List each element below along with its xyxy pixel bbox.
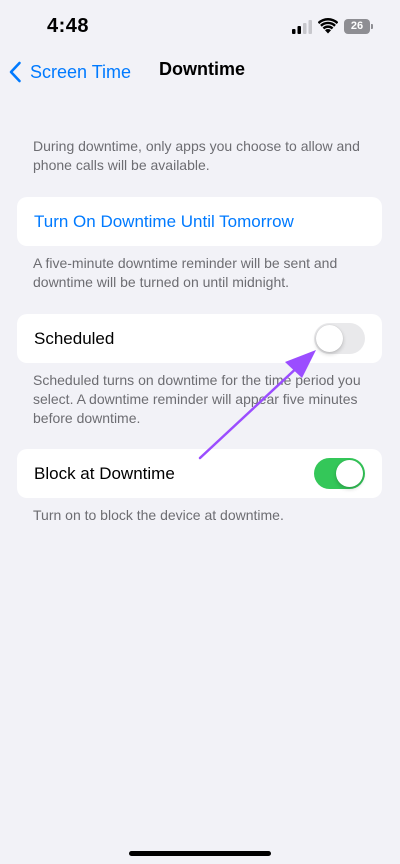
- chevron-left-icon: [9, 61, 21, 83]
- status-bar: 4:48 26: [0, 0, 400, 52]
- cellular-signal-icon: [292, 20, 312, 34]
- toggle-knob: [336, 460, 363, 487]
- scheduled-label: Scheduled: [34, 329, 115, 348]
- status-time: 4:48: [47, 15, 90, 37]
- page-title: Downtime: [159, 59, 246, 79]
- turn-on-downtime-card: Turn On Downtime Until Tomorrow: [17, 197, 382, 246]
- annotation-arrow-icon: [198, 350, 316, 460]
- block-at-downtime-label: Block at Downtime: [34, 464, 175, 483]
- back-button[interactable]: Screen Time: [8, 58, 131, 86]
- intro-footnote: During downtime, only apps you choose to…: [33, 138, 360, 173]
- wifi-icon: [318, 18, 338, 34]
- turn-on-footnote: A five-minute downtime reminder will be …: [33, 255, 338, 290]
- back-button-label: Screen Time: [30, 61, 132, 82]
- battery-icon: 26: [344, 19, 373, 34]
- turn-on-downtime-button[interactable]: Turn On Downtime Until Tomorrow: [34, 197, 294, 246]
- home-indicator[interactable]: [129, 851, 271, 856]
- block-footnote: Turn on to block the device at downtime.: [33, 507, 284, 523]
- battery-level: 26: [350, 20, 364, 32]
